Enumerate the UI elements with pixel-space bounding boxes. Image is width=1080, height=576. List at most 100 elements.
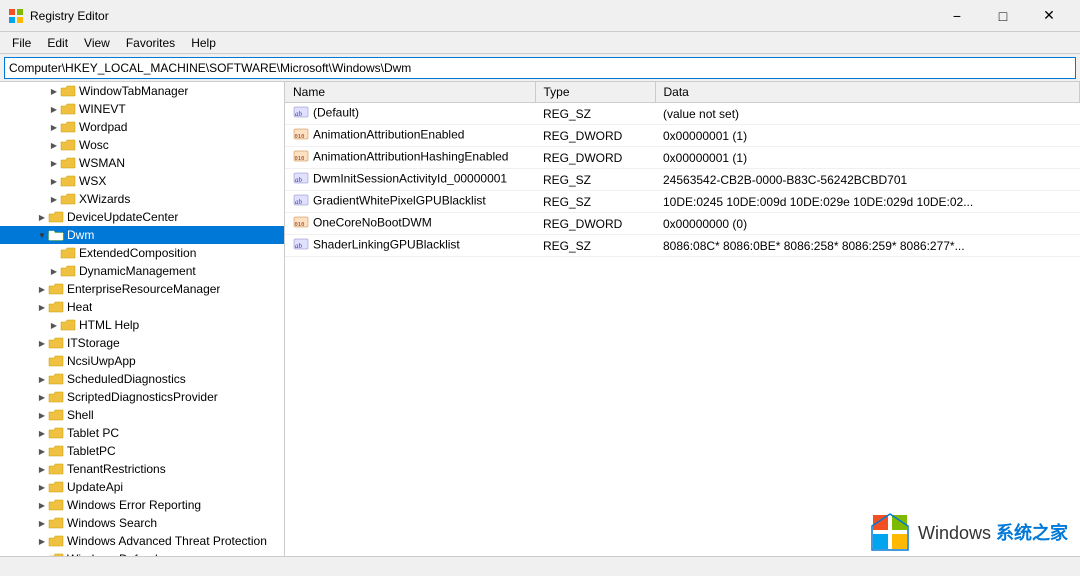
menu-item-file[interactable]: File [4, 34, 39, 52]
tree-arrow[interactable]: ▶ [36, 373, 48, 385]
tree-item[interactable]: ▶ TabletPC [0, 442, 284, 460]
tree-arrow[interactable]: ▶ [48, 265, 60, 277]
tree-item[interactable]: ▶ ITStorage [0, 334, 284, 352]
table-row[interactable]: ab DwmInitSessionActivityId_00000001REG_… [285, 169, 1080, 191]
cell-name: 010 OneCoreNoBootDWM [285, 213, 535, 235]
tree-arrow[interactable]: ▼ [36, 229, 48, 241]
tree-label: DynamicManagement [79, 264, 196, 278]
table-row[interactable]: 010 AnimationAttributionHashingEnabledRE… [285, 147, 1080, 169]
tree-arrow[interactable]: ▶ [36, 409, 48, 421]
tree-label: Heat [67, 300, 92, 314]
table-row[interactable]: ab GradientWhitePixelGPUBlacklistREG_SZ1… [285, 191, 1080, 213]
tree-item[interactable]: ▶ WSX [0, 172, 284, 190]
tree-label: HTML Help [79, 318, 139, 332]
tree-item[interactable]: ▶ EnterpriseResourceManager [0, 280, 284, 298]
minimize-button[interactable]: − [934, 0, 980, 32]
tree-arrow[interactable]: ▶ [36, 301, 48, 313]
folder-icon [48, 372, 64, 386]
folder-icon [48, 462, 64, 476]
tree-item[interactable]: ▶ ScriptedDiagnosticsProvider [0, 388, 284, 406]
cell-data: 8086:08C* 8086:0BE* 8086:258* 8086:259* … [655, 235, 1080, 257]
maximize-button[interactable]: □ [980, 0, 1026, 32]
tree-arrow[interactable]: ▶ [36, 445, 48, 457]
svg-text:010: 010 [295, 134, 305, 140]
tree-item[interactable]: ▶ Heat [0, 298, 284, 316]
tree-arrow[interactable]: ▶ [36, 499, 48, 511]
folder-icon [48, 390, 64, 404]
folder-icon [48, 282, 64, 296]
tree-item[interactable]: ▶ WindowTabManager [0, 82, 284, 100]
tree-item[interactable]: ▶ Windows Advanced Threat Protection [0, 532, 284, 550]
tree-panel: ▶ WindowTabManager▶ WINEVT▶ Wordpad▶ Wos… [0, 82, 285, 556]
tree-item[interactable]: ▶ Wordpad [0, 118, 284, 136]
tree-item[interactable]: ▶ Windows Search [0, 514, 284, 532]
tree-item[interactable]: ▶ XWizards [0, 190, 284, 208]
tree-item[interactable]: ▶ WINEVT [0, 100, 284, 118]
tree-item[interactable]: ▶ DynamicManagement [0, 262, 284, 280]
address-bar [0, 54, 1080, 82]
tree-item[interactable]: ▶ HTML Help [0, 316, 284, 334]
tree-label: Tablet PC [67, 426, 119, 440]
tree-arrow[interactable]: ▶ [36, 427, 48, 439]
tree-arrow[interactable]: ▶ [48, 139, 60, 151]
menu-item-edit[interactable]: Edit [39, 34, 76, 52]
folder-icon [48, 498, 64, 512]
tree-label: ScheduledDiagnostics [67, 372, 186, 386]
cell-type: REG_DWORD [535, 147, 655, 169]
menu-item-help[interactable]: Help [183, 34, 224, 52]
tree-arrow[interactable]: ▶ [48, 193, 60, 205]
tree-item[interactable]: ▶ WSMAN [0, 154, 284, 172]
tree-item[interactable]: ExtendedComposition [0, 244, 284, 262]
tree-item[interactable]: ▼ Dwm [0, 226, 284, 244]
tree-label: Windows Advanced Threat Protection [67, 534, 267, 548]
tree-item[interactable]: ▶ Shell [0, 406, 284, 424]
tree-arrow[interactable]: ▶ [48, 175, 60, 187]
close-button[interactable]: ✕ [1026, 0, 1072, 32]
svg-text:010: 010 [295, 156, 305, 162]
tree-scroll[interactable]: ▶ WindowTabManager▶ WINEVT▶ Wordpad▶ Wos… [0, 82, 284, 556]
menu-item-favorites[interactable]: Favorites [118, 34, 183, 52]
tree-arrow[interactable]: ▶ [48, 319, 60, 331]
tree-item[interactable]: ▶ Windows Error Reporting [0, 496, 284, 514]
tree-arrow[interactable]: ▶ [48, 157, 60, 169]
tree-arrow[interactable]: ▶ [36, 337, 48, 349]
tree-arrow[interactable]: ▶ [48, 103, 60, 115]
tree-label: TabletPC [67, 444, 116, 458]
tree-item[interactable]: ▶ Wosc [0, 136, 284, 154]
tree-arrow[interactable]: ▶ [36, 481, 48, 493]
dword-icon: 010 [293, 215, 309, 232]
svg-text:010: 010 [295, 222, 305, 228]
string-icon: ab [293, 171, 309, 188]
folder-icon [48, 552, 64, 556]
title-bar: Registry Editor − □ ✕ [0, 0, 1080, 32]
tree-item[interactable]: ▶ DeviceUpdateCenter [0, 208, 284, 226]
tree-item[interactable]: ▶ TenantRestrictions [0, 460, 284, 478]
tree-label: Windows Error Reporting [67, 498, 201, 512]
table-row[interactable]: ab ShaderLinkingGPUBlacklistREG_SZ8086:0… [285, 235, 1080, 257]
tree-label: WindowTabManager [79, 84, 188, 98]
tree-item[interactable]: ▶ Windows Defender [0, 550, 284, 556]
tree-arrow[interactable]: ▶ [36, 553, 48, 556]
tree-arrow[interactable]: ▶ [36, 535, 48, 547]
tree-label: XWizards [79, 192, 130, 206]
table-row[interactable]: 010 AnimationAttributionEnabledREG_DWORD… [285, 125, 1080, 147]
tree-arrow[interactable]: ▶ [36, 391, 48, 403]
tree-arrow[interactable]: ▶ [48, 121, 60, 133]
tree-item[interactable]: ▶ ScheduledDiagnostics [0, 370, 284, 388]
menu-item-view[interactable]: View [76, 34, 118, 52]
tree-arrow[interactable]: ▶ [36, 211, 48, 223]
tree-item[interactable]: NcsiUwpApp [0, 352, 284, 370]
cell-type: REG_SZ [535, 103, 655, 125]
table-row[interactable]: ab (Default)REG_SZ(value not set) [285, 103, 1080, 125]
tree-item[interactable]: ▶ UpdateApi [0, 478, 284, 496]
tree-arrow[interactable]: ▶ [48, 85, 60, 97]
table-row[interactable]: 010 OneCoreNoBootDWMREG_DWORD0x00000000 … [285, 213, 1080, 235]
tree-arrow[interactable]: ▶ [36, 283, 48, 295]
tree-item[interactable]: ▶ Tablet PC [0, 424, 284, 442]
tree-label: DeviceUpdateCenter [67, 210, 178, 224]
address-input[interactable] [4, 57, 1076, 79]
tree-arrow[interactable]: ▶ [36, 517, 48, 529]
app-icon [8, 8, 24, 24]
tree-arrow[interactable]: ▶ [36, 463, 48, 475]
folder-icon [48, 426, 64, 440]
